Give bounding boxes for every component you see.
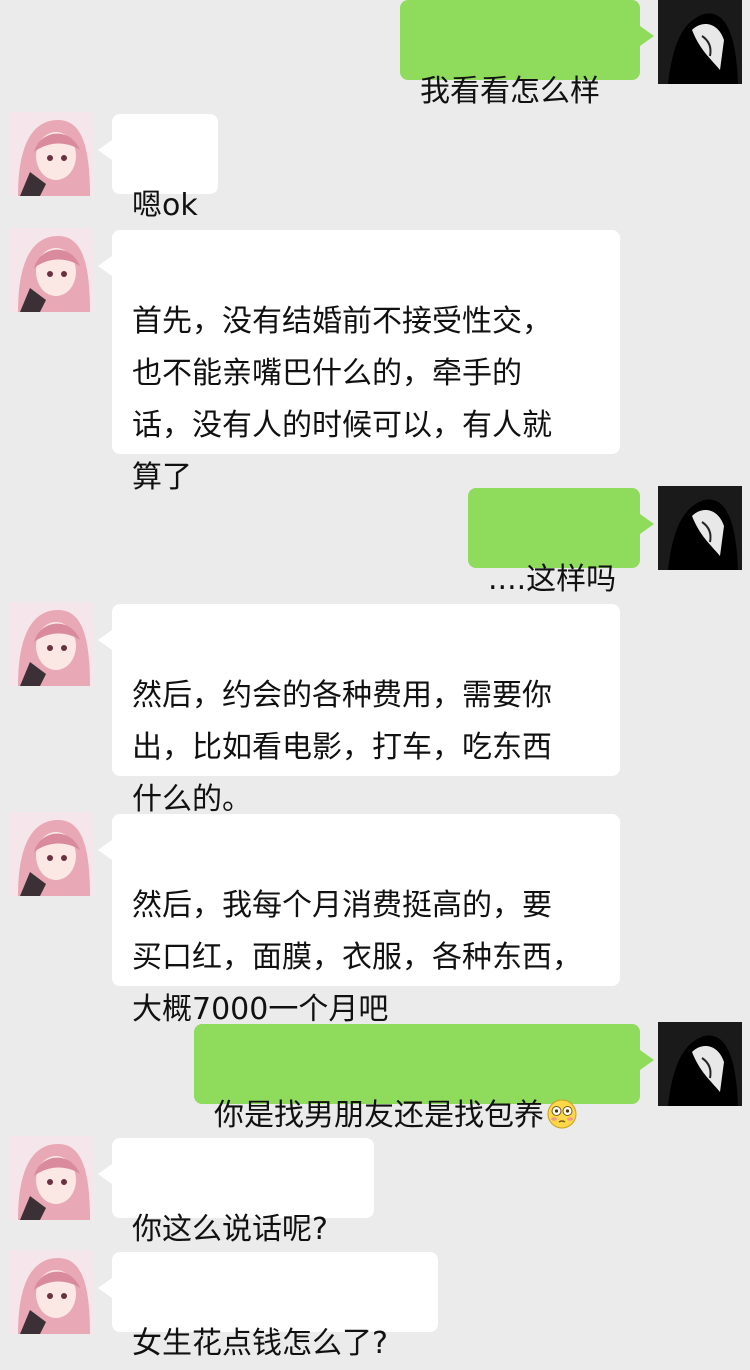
contact-avatar[interactable] [10,228,94,312]
chat-thread: 我看看怎么样 嗯ok 首先，没有结婚前不接受性交， 也不能亲嘴巴什么的，牵手的 … [0,0,750,1361]
message-text: 然后，我每个月消费挺高的，要 买口红，面膜，衣服，各种东西， 大概7000一个月… [132,888,582,1027]
message-bubble[interactable]: 然后，约会的各种费用，需要你 出，比如看电影，打车，吃东西 什么的。 [98,604,620,817]
message-text: ....这样吗 [488,562,617,597]
contact-avatar[interactable] [10,1250,94,1334]
message-bubble[interactable]: 首先，没有结婚前不接受性交， 也不能亲嘴巴什么的，牵手的 话，没有人的时候可以，… [98,230,620,495]
contact-avatar[interactable] [10,812,94,896]
message-bubble[interactable]: 女生花点钱怎么了? [98,1252,438,1361]
user-avatar[interactable] [658,0,742,84]
flushed-emoji-icon [547,1099,577,1129]
message-bubble[interactable]: ....这样吗 [468,488,654,597]
pink-hair-avatar-icon [10,1250,94,1334]
contact-avatar[interactable] [10,1136,94,1220]
message-text: 你这么说话呢? [132,1212,328,1247]
message-text: 你是找男朋友还是找包养 [214,1098,544,1133]
user-avatar[interactable] [658,486,742,570]
message-bubble[interactable]: 你是找男朋友还是找包养 [194,1024,654,1133]
pink-hair-avatar-icon [10,812,94,896]
dark-avatar-icon [658,0,742,84]
message-text: 首先，没有结婚前不接受性交， 也不能亲嘴巴什么的，牵手的 话，没有人的时候可以，… [132,304,552,495]
pink-hair-avatar-icon [10,602,94,686]
contact-avatar[interactable] [10,602,94,686]
message-bubble[interactable]: 然后，我每个月消费挺高的，要 买口红，面膜，衣服，各种东西， 大概7000一个月… [98,814,620,1027]
pink-hair-avatar-icon [10,1136,94,1220]
message-text: 我看看怎么样 [420,74,600,109]
message-bubble[interactable]: 嗯ok [98,114,218,223]
message-bubble[interactable]: 你这么说话呢? [98,1138,374,1247]
message-text: 女生花点钱怎么了? [132,1326,388,1361]
pink-hair-avatar-icon [10,112,94,196]
dark-avatar-icon [658,486,742,570]
message-text: 嗯ok [132,188,198,223]
dark-avatar-icon [658,1022,742,1106]
contact-avatar[interactable] [10,112,94,196]
pink-hair-avatar-icon [10,228,94,312]
message-bubble[interactable]: 我看看怎么样 [400,0,654,109]
message-text: 然后，约会的各种费用，需要你 出，比如看电影，打车，吃东西 什么的。 [132,678,552,817]
user-avatar[interactable] [658,1022,742,1106]
